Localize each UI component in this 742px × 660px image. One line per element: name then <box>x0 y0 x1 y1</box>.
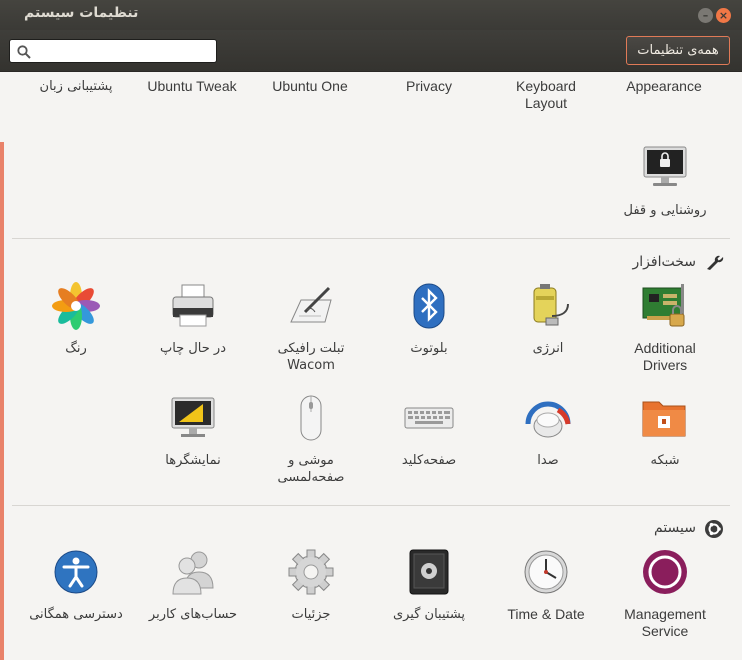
details-icon <box>285 548 337 600</box>
printer-icon <box>167 282 219 334</box>
additional-drivers-icon <box>639 282 691 334</box>
all-settings-button[interactable]: همه‌ی تنظیمات <box>626 36 730 65</box>
settings-item-displays[interactable]: نمایشگرها <box>138 394 248 469</box>
keyboard-icon <box>403 394 455 446</box>
settings-item-wacom-tablet[interactable]: تبلت رافیکی Wacom <box>256 282 366 374</box>
bluetooth-icon <box>403 282 455 334</box>
settings-item-universal-access[interactable]: دسترسی همگانی <box>21 548 131 623</box>
user-accounts-icon <box>167 548 219 600</box>
universal-access-icon <box>50 548 102 600</box>
system-section-title: سیستم <box>654 520 696 536</box>
settings-item-ubuntu-tweak[interactable]: Ubuntu Tweak <box>137 72 247 95</box>
mouse-touchpad-icon <box>285 394 337 446</box>
network-icon <box>639 394 691 446</box>
ubuntu-logo-icon <box>705 520 723 538</box>
search-icon <box>17 45 31 59</box>
wrench-icon <box>707 255 724 270</box>
time-date-icon <box>520 548 572 600</box>
settings-item-keyboard-layout[interactable]: Keyboard Layout <box>491 72 601 112</box>
toolbar: همه‌ی تنظیمات <box>0 30 742 72</box>
settings-item-color[interactable]: رنگ <box>21 282 131 357</box>
settings-item-sound[interactable]: صدا <box>493 394 603 469</box>
management-service-icon <box>639 548 691 600</box>
brightness-lock-icon <box>639 144 691 196</box>
settings-item-ubuntu-one[interactable]: Ubuntu One <box>255 72 365 95</box>
settings-item-network[interactable]: شبکه <box>610 394 720 469</box>
settings-item-bluetooth[interactable]: بلوتوث <box>374 282 484 357</box>
settings-item-keyboard[interactable]: صفحه‌کلید <box>374 394 484 469</box>
scroll-accent <box>0 142 4 660</box>
color-icon <box>50 282 102 334</box>
hardware-section-title: سخت‌افزار <box>632 254 696 270</box>
settings-item-printer[interactable]: در حال چاپ <box>138 282 248 357</box>
settings-panel: Appearance Keyboard Layout Privacy Ubunt… <box>0 72 742 660</box>
settings-item-time-date[interactable]: Time & Date <box>491 548 601 623</box>
section-divider <box>12 238 730 239</box>
minimize-button[interactable]: – <box>698 8 713 23</box>
settings-item-power[interactable]: انرژی <box>493 282 603 357</box>
settings-item-appearance[interactable]: Appearance <box>609 72 719 95</box>
settings-item-user-accounts[interactable]: حساب‌های کاربر <box>138 548 248 623</box>
sound-icon <box>522 394 574 446</box>
settings-item-details[interactable]: جزئیات <box>256 548 366 623</box>
settings-item-brightness-lock[interactable]: روشنایی و قفل <box>610 144 720 219</box>
window-title: تنظیمات سیستم <box>24 5 139 21</box>
settings-item-language-support[interactable]: پشتیبانی زبان <box>21 72 131 95</box>
displays-icon <box>167 394 219 446</box>
search-input[interactable] <box>36 42 212 60</box>
wacom-tablet-icon <box>285 282 337 334</box>
search-box[interactable] <box>9 39 217 63</box>
settings-item-privacy[interactable]: Privacy <box>374 72 484 95</box>
settings-item-additional-drivers[interactable]: Additional Drivers <box>610 282 720 374</box>
close-button[interactable]: × <box>716 8 731 23</box>
settings-item-backup[interactable]: پشتیبان گیری <box>374 548 484 623</box>
title-bar: تنظیمات سیستم – × <box>0 0 742 30</box>
power-icon <box>522 282 574 334</box>
section-divider <box>12 505 730 506</box>
settings-item-management-service[interactable]: Management Service <box>610 548 720 640</box>
settings-item-mouse-touchpad[interactable]: موشی و صفحه‌لمسی <box>256 394 366 486</box>
backup-icon <box>403 548 455 600</box>
